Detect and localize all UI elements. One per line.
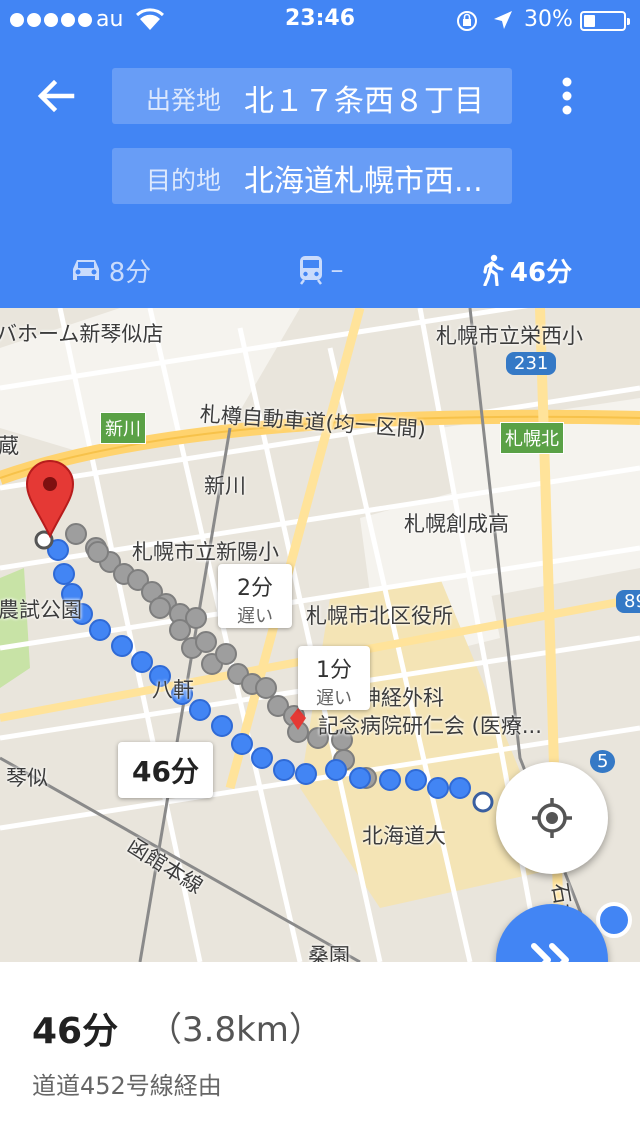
directions-header: au 23:46 30% 出発地 北１７条西８丁目 目的地 北海道札幌市西... [0, 0, 640, 540]
train-icon [299, 256, 322, 285]
alt-route-dot [255, 677, 277, 699]
battery-percent: 30% [524, 7, 573, 32]
route-231-shield: 231 [506, 352, 557, 375]
alt-route-dot [185, 607, 207, 629]
label-shinyo-elem: 札幌市立新陽小 [132, 540, 279, 564]
sapporo-kita-sign: 札幌北 [500, 422, 564, 454]
tab-transit[interactable]: – [270, 232, 370, 308]
route-dot [211, 715, 233, 737]
alt-route-1-time: 2分 [237, 576, 273, 601]
alt-route-dot [195, 631, 217, 653]
route-dot [295, 763, 317, 785]
alt-route-2-time: 1分 [316, 658, 352, 683]
alt-route-dot [215, 643, 237, 665]
route-dot [273, 759, 295, 781]
route-dot [405, 769, 427, 791]
shinkawa-sign: 新川 [100, 412, 146, 444]
route-via: 道道452号線経由 [32, 1072, 222, 1100]
tab-driving[interactable]: 8分 [50, 232, 170, 308]
origin-field[interactable]: 出発地 北１７条西８丁目 [112, 68, 512, 124]
tab-walking[interactable]: 46分 [456, 232, 596, 308]
battery-level [584, 15, 596, 27]
route-dot [379, 769, 401, 791]
rotation-lock-icon [457, 11, 477, 31]
alt-route-dot [65, 523, 87, 545]
destination-label: 目的地 [146, 166, 222, 195]
route-dot [251, 747, 273, 769]
label-home-store: バホーム新琴似店 [0, 322, 164, 346]
route-dot [131, 651, 153, 673]
alt-route-bubble-2[interactable]: 1分 遅い [298, 646, 370, 710]
label-hokudai: 北海道大 [362, 824, 446, 848]
route-dot [89, 619, 111, 641]
label-hospital-2: 記念病院研仁会 (医療... [318, 714, 542, 738]
car-icon [72, 260, 99, 280]
more-options-icon[interactable] [552, 74, 582, 118]
alt-route-dot [87, 541, 109, 563]
red-map-pin-icon[interactable] [25, 460, 75, 539]
driving-time: 8分 [108, 257, 152, 288]
location-arrow-icon [494, 11, 512, 29]
walking-time: 46分 [509, 257, 573, 288]
my-location-icon [532, 798, 572, 838]
label-nou-park: 農試公園 [0, 598, 82, 622]
label-hachiken: 八軒 [152, 678, 194, 702]
label-kita-ward-office: 札幌市北区役所 [306, 604, 453, 628]
label-sakura: 桑園 [308, 944, 350, 962]
route-duration: 46分 [32, 1011, 119, 1052]
label-sapporo-eisei: 札幌市立栄西小 [436, 324, 583, 348]
route-dot [427, 777, 449, 799]
origin-label: 出発地 [146, 86, 222, 115]
main-route-bubble[interactable]: 46分 [118, 742, 213, 798]
alt-route-1-note: 遅い [237, 606, 273, 627]
alt-route-bubble-1[interactable]: 2分 遅い [218, 564, 292, 628]
back-arrow-icon[interactable] [34, 74, 78, 118]
route-dot [231, 733, 253, 755]
status-bar: au 23:46 30% [0, 0, 640, 40]
my-location-button[interactable] [496, 762, 608, 874]
alt-route-dot [149, 597, 171, 619]
route-summary-sheet[interactable]: 46分 （3.8km） 道道452号線経由 [0, 962, 640, 1136]
current-location-dot [596, 902, 632, 938]
destination-value: 北海道札幌市西... [244, 164, 483, 199]
destination-field[interactable]: 目的地 北海道札幌市西... [112, 148, 512, 204]
origin-value: 北１７条西８丁目 [244, 84, 484, 119]
label-shinkawa-station: 新川 [204, 474, 246, 498]
route-dot [325, 759, 347, 781]
transit-time: – [330, 255, 344, 285]
route-dot [111, 635, 133, 657]
walking-icon [483, 254, 504, 286]
route-distance: （3.8km） [148, 1010, 323, 1050]
label-kura: 蔵 [0, 434, 19, 458]
label-kotoni: 琴似 [6, 766, 48, 790]
route-dot [449, 777, 471, 799]
main-route-time: 46分 [132, 755, 199, 788]
route-dot [349, 767, 371, 789]
battery-icon [580, 11, 630, 31]
route-89-shield: 89 [616, 590, 640, 613]
route-dot [53, 563, 75, 585]
end-point [472, 791, 494, 813]
alt-route-2-note: 遅い [316, 688, 352, 709]
travel-mode-tabs: 8分 – 46分 [0, 232, 640, 540]
label-sousei-high: 札幌創成高 [404, 512, 509, 536]
